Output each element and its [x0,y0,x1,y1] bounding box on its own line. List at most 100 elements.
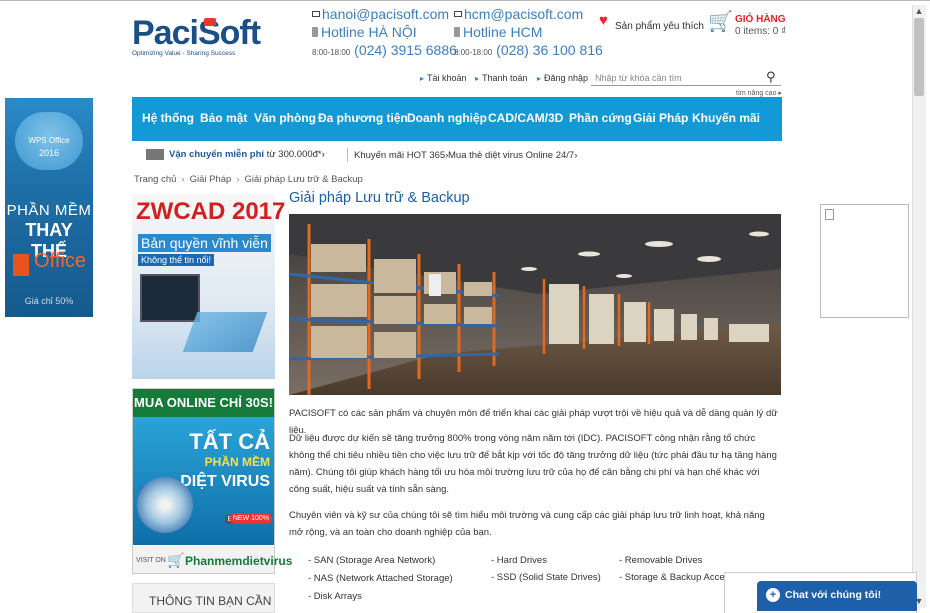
chat-button[interactable]: + Chat với chúng tôi! [757,581,917,611]
search-icon[interactable]: ⚲ [766,70,780,84]
cad-screen-image [140,274,200,322]
zwcad-subtitle: Bản quyền vĩnh viễn [138,234,271,252]
antivirus-ad-footer: VISIT ON 🛒 Phanmemdietvirus [133,546,292,573]
hcm-contact: hcm@pacisoft.com Hotline HCM 8:00-18:00 … [454,5,603,62]
truck-icon [146,149,164,160]
ad-product: WPS Office [28,136,70,145]
triangle-right-icon: ▸ [475,74,480,83]
virus-card-link[interactable]: Mua thẻ diệt virus Online 24/7› [448,150,577,161]
cart-items[interactable]: 0 items: 0 ₫ [735,26,786,37]
nav-login-label: Đăng nhập [544,73,589,83]
hot-promo-label: Khuyến mãi HOT 365 [354,150,446,161]
hanoi-email[interactable]: hanoi@pacisoft.com [322,6,449,22]
cart-icon[interactable]: 🛒 [708,12,733,32]
main-navigation: Hệ thống Bảo mật Văn phòng Đa phương tiệ… [132,97,782,141]
zwcad-ad[interactable]: ZWCAD 2017 Bản quyền vĩnh viễn Không thể… [132,194,285,379]
list-item: - Storage & Backup Access [619,572,735,583]
triangle-right-icon: ▸ [537,74,542,83]
hanoi-hours: 8:00-18:00 [312,48,351,57]
antivirus-ad-line3: DIỆT VIRUS [180,473,270,490]
list-item: - Hard Drives [491,555,547,566]
list-item: - Removable Drives [619,555,703,566]
phone-icon [454,27,460,37]
team-paragraph: Chuyên viên và kỹ sư của chúng tôi sẽ tì… [289,510,765,538]
nav-account[interactable]: ▸ Tài khoản [420,73,467,83]
ad-line1: PHẦN MỀM [6,202,92,219]
scrollbar-thumb[interactable] [914,18,924,96]
nav-checkout[interactable]: ▸ Thanh toán [475,73,528,83]
chat-label: Chat với chúng tôi! [785,589,882,601]
nav-login[interactable]: ▸ Đăng nhập [537,73,588,83]
disc-icon [137,477,193,533]
favorites-link[interactable]: Sản phẩm yêu thích [615,21,704,32]
antivirus-ad-body: TẤT CẢ PHẦN MỀM DIỆT VIRUS BRAND NEW 100… [133,417,274,545]
warehouse-illustration [289,214,781,395]
hot-promo-link[interactable]: Khuyến mãi HOT 365› [354,150,448,161]
scroll-up-icon[interactable]: ▲ [912,5,926,17]
ad-line4: Giá chỉ 50% [24,296,74,306]
solutions-list-col2: - Hard Drives - SSD (Solid State Drives) [491,552,601,586]
nav-khuyen-mai[interactable]: Khuyến mãi [692,111,760,125]
right-ad-placeholder[interactable] [820,204,909,318]
free-shipping-label: Vận chuyển miễn phí [169,149,265,160]
antivirus-ad[interactable]: MUA ONLINE CHỈ 30S! TẤT CẢ PHẦN MỀM DIỆT… [132,388,292,574]
info-panel-title: THÔNG TIN BẠN CẦN [149,594,272,608]
breadcrumb-solutions[interactable]: Giải Pháp [190,174,232,185]
wps-office-ad[interactable]: WPS Office 2016 PHẦN MỀM THAY THẾ Office… [5,98,93,317]
visit-label: VISIT ON [136,557,166,564]
cart-title[interactable]: GIỎ HÀNG [735,14,786,25]
nav-giai-phap[interactable]: Giải Pháp [633,111,688,125]
breadcrumb: Trang chủ › Giải Pháp › Giải pháp Lưu trữ & … [134,174,363,185]
virus-card-label: Mua thẻ diệt virus Online 24/7 [448,150,575,161]
crown-icon [204,18,216,26]
new-badge: NEW 100% [229,513,272,524]
breadcrumb-home[interactable]: Trang chủ [134,174,176,185]
arrow-graphic [182,312,268,352]
list-item: - SSD (Solid State Drives) [491,572,601,583]
hanoi-hotline: Hotline HÀ NỘI [321,24,417,40]
hcm-phone[interactable]: (028) 36 100 816 [496,42,603,58]
antivirus-ad-header: MUA ONLINE CHỈ 30S! [133,389,274,417]
zwcad-title: ZWCAD 2017 [136,198,286,225]
antivirus-ad-line2: PHẦN MỀM [204,455,270,469]
chevron-right-icon: › [321,149,325,160]
hanoi-contact: hanoi@pacisoft.com Hotline HÀ NỘI 8:00-1… [312,5,457,62]
zwcad-subtitle2: Không thể tin nổi! [138,254,215,266]
nav-bao-mat[interactable]: Bảo mật [200,111,247,125]
heart-icon[interactable]: ♥ [599,13,613,28]
nav-checkout-label: Thanh toán [482,73,528,83]
nav-he-thong[interactable]: Hệ thống [142,111,194,125]
phone-icon [312,27,318,37]
advanced-search-link[interactable]: tìm nâng cao ▸ [736,89,782,97]
search-input[interactable]: Nhập từ khóa cần tìm [591,70,781,86]
document-icon [825,209,834,220]
nav-cad-cam-3d[interactable]: CAD/CAM/3D [488,111,563,125]
cart-icon: 🛒 [167,552,185,568]
nav-da-phuong-tien[interactable]: Đa phương tiện [318,111,408,125]
free-shipping-link[interactable]: Vận chuyển miễn phí từ 300.000đ*› [169,149,325,160]
growth-paragraph: Dữ liệu được dự kiến sẽ tăng trưởng 800%… [289,433,777,495]
warehouse-image [289,214,781,395]
list-item: - NAS (Network Attached Storage) [308,573,453,584]
site-name: Phanmemdietvirus [185,554,293,568]
solutions-list-col3: - Removable Drives - Storage & Backup Ac… [619,552,734,586]
divider [347,148,348,162]
ad-year: 2016 [38,148,60,158]
nav-account-label: Tài khoản [427,73,467,83]
site-logo[interactable]: PaciSoft Optimizing Value - Sharing Succ… [132,14,261,60]
nav-van-phong[interactable]: Văn phòng [254,111,316,125]
logo-tagline: Optimizing Value - Sharing Success [132,50,236,57]
hcm-hours: 8:00-18:00 [454,48,493,57]
mail-icon [312,11,320,17]
plus-icon: + [766,588,780,602]
list-item: - Disk Arrays [308,591,362,602]
ad-line3: Office [34,250,86,272]
free-shipping-amount: từ 300.000đ* [266,149,322,160]
nav-phan-cung[interactable]: Phần cứng [569,111,632,125]
promo-strip: Vận chuyển miễn phí từ 300.000đ*› Khuyến… [132,145,782,165]
nav-doanh-nghiep[interactable]: Doanh nghiệp [407,111,487,125]
mail-icon [454,11,462,17]
hcm-email[interactable]: hcm@pacisoft.com [464,6,583,22]
logo-text: PaciSoft [132,14,261,52]
hanoi-phone[interactable]: (024) 3915 6886 [354,42,457,58]
